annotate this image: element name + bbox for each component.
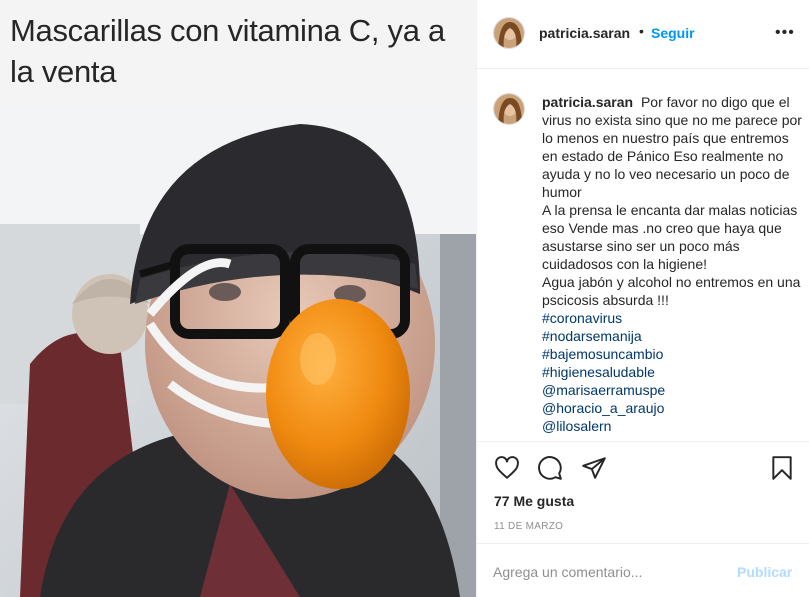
avatar-image-icon [494,94,524,124]
mention-link[interactable]: @marisaerramuspe [542,381,804,399]
likes-count[interactable]: 77 Me gusta [494,493,574,509]
comment-username[interactable]: patricia.saran [542,94,633,110]
hashtag-link[interactable]: #nodarsemanija [542,327,804,345]
post-sidebar: patricia.saran • Seguir ••• patricia.sar… [476,0,809,597]
comment-author-avatar[interactable] [493,93,525,125]
bookmark-icon[interactable] [769,455,795,481]
comment-text-line3: Agua jabón y alcohol no entremos en una … [542,274,801,308]
comment-text-line2: A la prensa le encanta dar malas noticia… [542,202,798,272]
share-icon[interactable] [581,455,607,481]
image-caption-band: Mascarillas con vitamina C, ya a la vent… [0,0,476,104]
mention-link[interactable]: @lilosalern [542,417,804,435]
post-media[interactable]: Mascarillas con vitamina C, ya a la vent… [0,0,476,597]
author-avatar[interactable] [493,17,525,49]
post-date[interactable]: 11 DE MARZO [494,521,563,532]
publish-button[interactable]: Publicar [737,564,792,580]
hashtag-link[interactable]: #coronavirus [542,309,804,327]
follow-button[interactable]: Seguir [651,25,695,41]
caption-comment: patricia.saran Por favor no digo que el … [542,93,804,435]
image-caption-text: Mascarillas con vitamina C, ya a la vent… [10,13,445,89]
more-options-icon[interactable]: ••• [775,24,795,42]
hashtag-link[interactable]: #higienesaludable [542,363,804,381]
post-actions: 77 Me gusta 11 DE MARZO [477,441,809,545]
comment-icon[interactable] [537,455,563,481]
post-header: patricia.saran • Seguir ••• [477,0,809,69]
instagram-post: Mascarillas con vitamina C, ya a la vent… [0,0,809,597]
comments-section[interactable]: patricia.saran Por favor no digo que el … [477,69,809,441]
avatar-image-icon [494,18,524,48]
mention-link[interactable]: @horacio_a_araujo [542,399,804,417]
heart-icon[interactable] [494,455,520,481]
post-photo [0,104,476,597]
hashtag-link[interactable]: #bajemosuncambio [542,345,804,363]
header-separator: • [639,23,644,39]
author-username[interactable]: patricia.saran [539,25,630,41]
comment-input[interactable] [493,558,723,586]
add-comment-bar: Publicar [477,543,809,597]
